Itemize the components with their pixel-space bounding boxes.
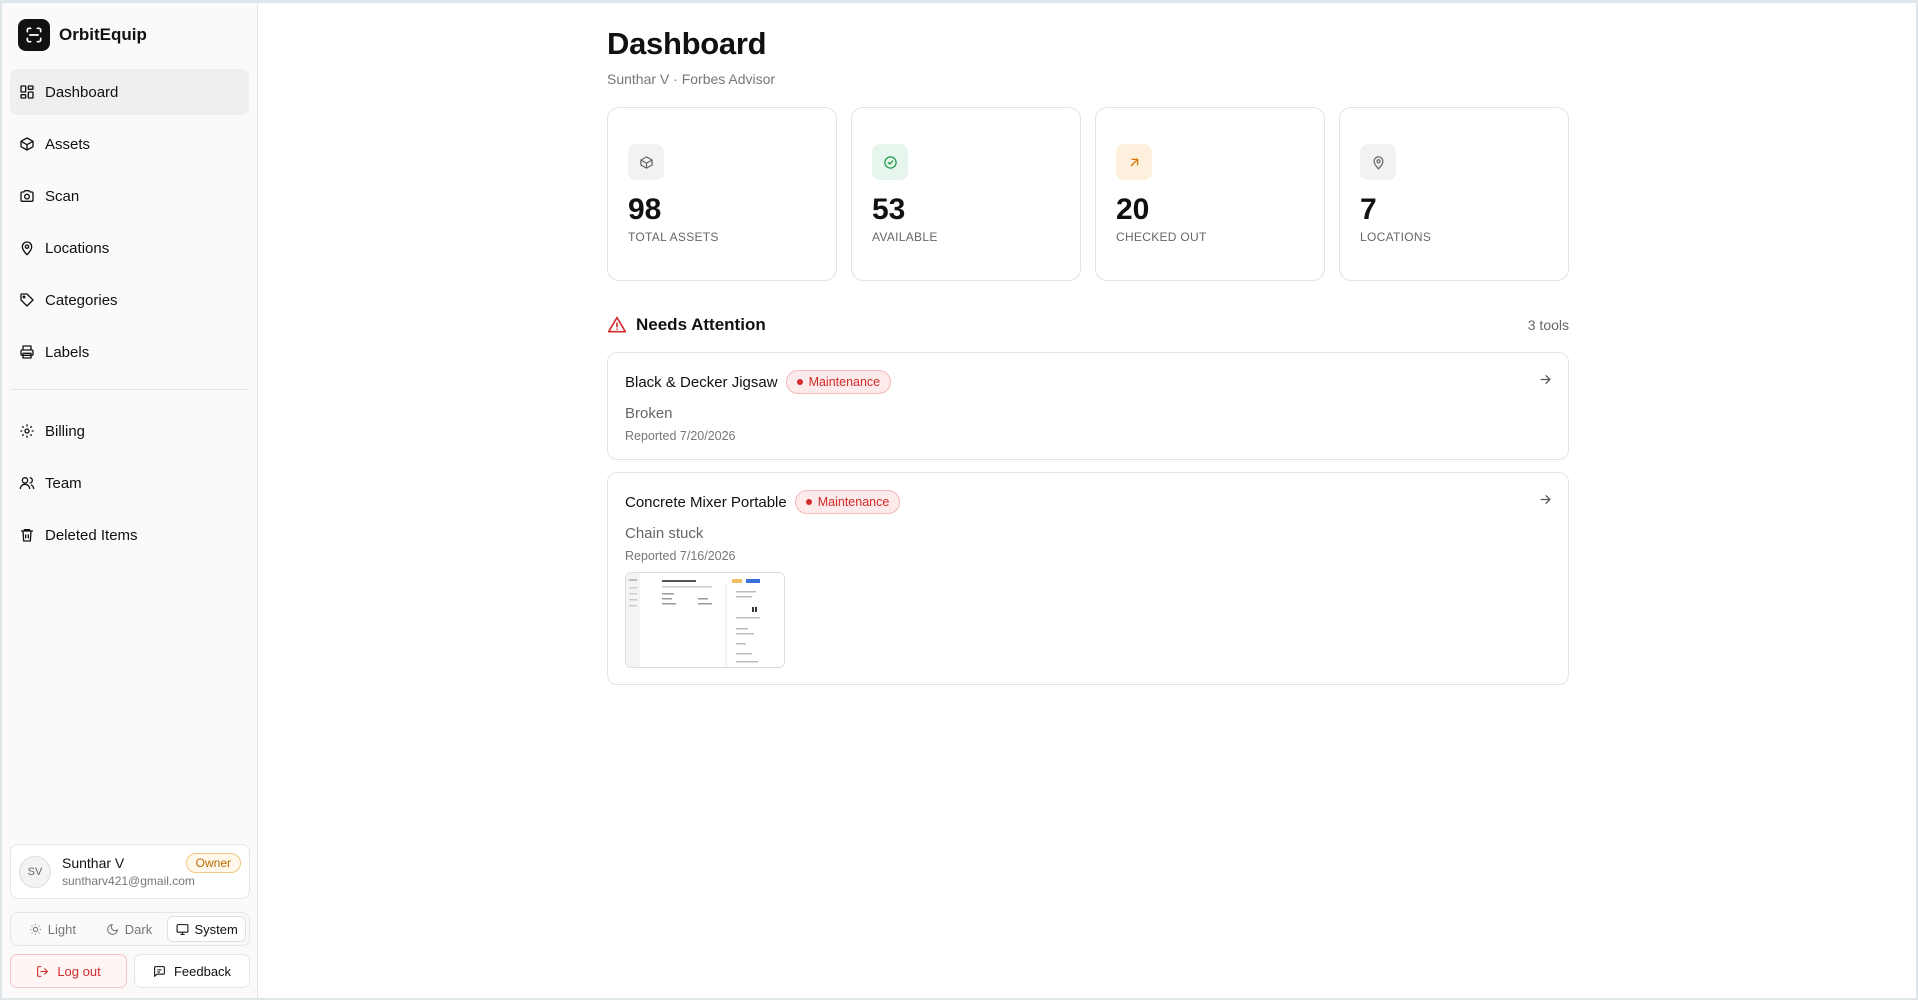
stat-label: LOCATIONS [1360,230,1432,244]
issue-description: Chain stuck [625,525,704,542]
log-out-icon [37,965,49,977]
theme-option-label: Dark [124,921,153,937]
stat-label: AVAILABLE [872,230,938,244]
stat-value: 53 [872,193,906,226]
feedback-button[interactable]: Feedback [134,954,250,988]
stat-label: TOTAL ASSETS [628,230,719,244]
theme-option-light[interactable]: Light [14,916,91,942]
stat-value: 7 [1360,193,1377,226]
stat-label: CHECKED OUT [1116,230,1207,244]
tag-icon [19,292,35,308]
alert-triangle-icon [607,316,627,333]
issue-description: Broken [625,405,673,422]
screenshot-thumbnail-image [626,573,784,667]
status-dot [796,379,803,385]
sidebar-item-labels[interactable]: Labels [10,329,249,375]
moon-icon [106,923,118,935]
sidebar-item-billing[interactable]: Billing [10,408,249,454]
stat-card-locations[interactable]: 7 LOCATIONS [1339,107,1569,281]
user-name: Sunthar V [62,855,125,871]
user-email: suntharv421@gmail.com [62,874,195,888]
theme-option-dark[interactable]: Dark [91,916,168,942]
sidebar-item-label: Scan [45,187,80,205]
tool-name: Concrete Mixer Portable [625,493,787,511]
stat-card-total-assets[interactable]: 98 TOTAL ASSETS [607,107,837,281]
trash-icon [19,527,35,543]
attention-title: Needs Attention [636,315,766,334]
status-label: Maintenance [817,495,890,509]
sidebar-item-label: Deleted Items [45,526,138,544]
sun-icon [29,923,41,935]
stat-card-available[interactable]: 53 AVAILABLE [851,107,1081,281]
secondary-nav: Billing Team Deleted Items [10,408,249,558]
sidebar-item-deleted-items[interactable]: Deleted Items [10,512,249,558]
arrow-right-icon[interactable] [1538,372,1553,387]
sidebar-item-team[interactable]: Team [10,460,249,506]
check-circle-icon [872,144,908,180]
layout-grid-icon [19,84,35,100]
gear-icon [19,423,35,439]
page-subtitle: Sunthar V · Forbes Advisor [607,71,776,87]
status-dot [805,499,812,505]
attention-item[interactable]: Concrete Mixer Portable Maintenance Chai… [607,472,1569,685]
sidebar-item-dashboard[interactable]: Dashboard [10,69,249,115]
sidebar-item-label: Billing [45,422,86,440]
theme-option-label: System [194,921,238,937]
brand-name: OrbitEquip [59,25,147,44]
theme-option-label: Light [47,921,76,937]
sidebar-item-label: Team [45,474,82,492]
role-badge: Owner [185,853,241,873]
brand[interactable]: OrbitEquip [10,19,249,51]
arrow-right-icon[interactable] [1538,492,1553,507]
tool-name: Black & Decker Jigsaw [625,373,778,391]
issue-photo-thumbnail[interactable] [625,572,785,668]
sidebar-item-label: Locations [45,239,110,257]
page-title: Dashboard [607,26,767,61]
status-label: Maintenance [808,375,881,389]
reported-date: Reported 7/16/2026 [625,549,736,563]
box-icon [19,136,35,152]
status-badge: Maintenance [785,370,892,394]
logout-button[interactable]: Log out [10,954,127,988]
avatar: SV [19,855,51,888]
users-icon [19,475,35,491]
camera-icon [19,188,35,204]
app-window: OrbitEquip Dashboard Assets Scan Locatio… [2,3,1916,998]
brand-logo-icon [18,19,50,51]
sidebar-item-label: Assets [45,135,91,153]
user-info: Sunthar V suntharv421@gmail.com [62,855,195,888]
primary-nav: Dashboard Assets Scan Locations Categori… [10,69,249,375]
sidebar: OrbitEquip Dashboard Assets Scan Locatio… [2,3,258,998]
stat-value: 20 [1116,193,1150,226]
attention-count: 3 tools [1527,317,1569,333]
stats-row: 98 TOTAL ASSETS 53 AVAILABLE 20 CHECKED … [607,107,1569,281]
sidebar-item-categories[interactable]: Categories [10,277,249,323]
sidebar-item-locations[interactable]: Locations [10,225,249,271]
stat-value: 98 [628,193,662,226]
stat-card-checked-out[interactable]: 20 CHECKED OUT [1095,107,1325,281]
user-card[interactable]: SV Sunthar V suntharv421@gmail.com Owner [10,844,250,899]
theme-option-system[interactable]: System [167,916,247,942]
map-pin-icon [19,240,35,256]
reported-date: Reported 7/20/2026 [625,429,736,443]
box-icon [628,144,664,180]
sidebar-item-assets[interactable]: Assets [10,121,249,167]
sidebar-item-label: Dashboard [45,83,119,101]
nav-divider [10,389,249,390]
attention-item[interactable]: Black & Decker Jigsaw Maintenance Broken… [607,352,1569,460]
sidebar-item-scan[interactable]: Scan [10,173,249,219]
message-square-icon [154,965,165,977]
attention-header: Needs Attention 3 tools [607,314,1569,336]
theme-toggle: Light Dark System [10,912,250,946]
map-pin-icon [1360,144,1396,180]
feedback-label: Feedback [173,963,232,979]
monitor-icon [176,923,188,935]
main-content: Dashboard Sunthar V · Forbes Advisor 98 … [258,3,1916,998]
logout-label: Log out [57,963,101,979]
arrow-up-right-icon [1116,144,1152,180]
sidebar-item-label: Categories [45,291,118,309]
status-badge: Maintenance [794,490,901,514]
printer-icon [19,344,35,360]
sidebar-item-label: Labels [45,343,90,361]
